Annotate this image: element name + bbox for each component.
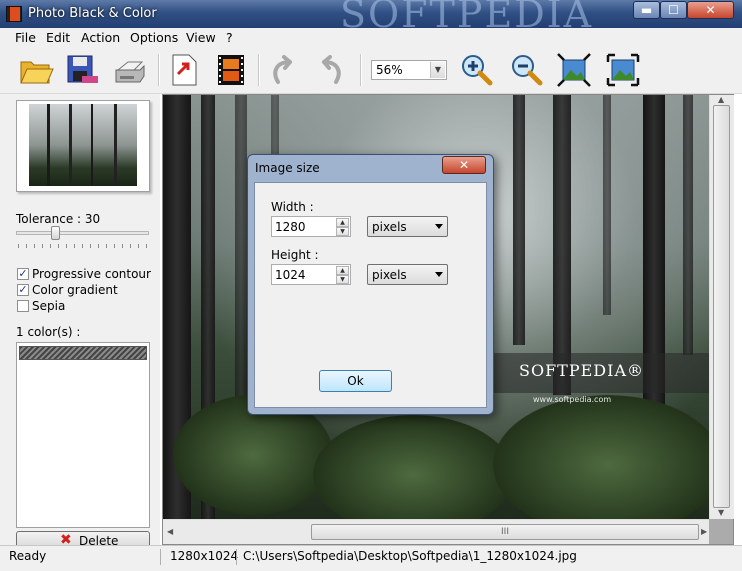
status-divider [236,549,237,565]
scroll-left-icon[interactable]: ◀ [167,527,173,536]
vertical-scrollbar[interactable]: ▲ ▼ [709,95,734,519]
horizontal-scroll-thumb[interactable]: III [311,524,699,540]
print-icon[interactable] [112,52,148,88]
height-spin-down[interactable]: ▼ [336,275,349,284]
status-file-path: C:\Users\Softpedia\Desktop\Softpedia\1_1… [243,549,577,563]
width-spin-up[interactable]: ▲ [336,218,349,227]
height-value: 1024 [275,268,306,282]
status-divider [160,549,161,565]
height-unit-value: pixels [372,268,407,282]
menu-edit[interactable]: Edit [46,30,70,45]
menu-action[interactable]: Action [81,30,120,45]
height-spin-up[interactable]: ▲ [336,266,349,275]
fern-bush [493,395,709,519]
thumbnail-preview[interactable] [29,104,137,186]
chevron-down-icon [435,272,443,277]
minimize-button[interactable]: ▬ [633,1,660,19]
colors-count-label: 1 color(s) : [16,325,81,339]
horizontal-scrollbar[interactable]: ◀ III ▶ [163,519,709,544]
app-film-icon [6,6,22,22]
export-icon[interactable] [166,52,202,88]
save-icon[interactable] [64,52,100,88]
chevron-down-icon[interactable]: ▼ [430,62,445,78]
menu-file[interactable]: File [15,30,36,45]
sepia-checkbox[interactable] [17,300,29,312]
maximize-button[interactable]: ☐ [660,1,687,19]
undo-icon[interactable] [266,52,302,88]
width-input[interactable]: 1280 ▲ ▼ [271,216,351,237]
fit-image-icon[interactable] [556,52,592,88]
tree-trunk [683,95,693,355]
tolerance-slider-track[interactable] [16,231,149,235]
tolerance-slider-ticks [18,244,148,248]
left-panel: Tolerance : 30 ✓ Progressive contour ✓ C… [0,94,160,549]
color-gradient-checkbox[interactable]: ✓ [17,284,29,296]
toolbar-separator [258,54,260,86]
vertical-scroll-thumb[interactable] [713,105,730,508]
softpedia-url: www.softpedia.com [533,395,612,404]
progressive-contour-label: Progressive contour [32,267,151,281]
zoom-value: 56% [376,63,403,77]
menu-view[interactable]: View [186,30,216,45]
softpedia-logo-text: SOFTPEDIA® [519,361,644,380]
actual-size-icon[interactable] [605,52,641,88]
scroll-down-icon[interactable]: ▼ [718,508,724,517]
dialog-title: Image size [255,161,320,175]
height-label: Height : [271,248,319,262]
title-bar: Photo Black & Color SOFTPEDIA ▬ ☐ ✕ [0,0,742,36]
height-unit-select[interactable]: pixels [367,264,448,285]
tolerance-slider-thumb[interactable] [51,226,60,240]
chevron-down-icon [435,224,443,229]
thumbnail-frame [16,100,150,192]
toolbar-separator [360,54,362,86]
close-button[interactable]: ✕ [687,1,734,19]
zoom-in-icon[interactable] [458,52,494,88]
toolbar: 56% ▼ [0,48,742,94]
color-gradient-label: Color gradient [32,283,118,297]
open-folder-icon[interactable] [18,52,54,88]
scroll-right-icon[interactable]: ▶ [701,527,707,536]
softpedia-logo: SOFTPEDIA® [493,353,709,393]
progressive-contour-checkbox[interactable]: ✓ [17,268,29,280]
zoom-out-icon[interactable] [508,52,544,88]
width-value: 1280 [275,220,306,234]
toolbar-separator [158,54,160,86]
tolerance-label: Tolerance : 30 [16,212,101,226]
menu-options[interactable]: Options [130,30,178,45]
fern-bush [313,415,513,519]
scroll-up-icon[interactable]: ▲ [718,95,724,104]
width-spin-down[interactable]: ▼ [336,227,349,236]
height-input[interactable]: 1024 ▲ ▼ [271,264,351,285]
ok-button[interactable]: Ok [319,370,392,392]
color-list[interactable] [16,342,150,528]
film-icon[interactable] [213,52,249,88]
width-label: Width : [271,200,314,214]
tree-trunk [513,95,525,345]
tree-trunk [603,95,611,315]
sepia-label: Sepia [32,299,66,313]
dialog-body: Width : 1280 ▲ ▼ pixels Height : 1024 ▲ … [254,182,487,408]
width-unit-select[interactable]: pixels [367,216,448,237]
image-size-dialog: Image size ✕ Width : 1280 ▲ ▼ pixels Hei… [247,154,494,415]
width-unit-value: pixels [372,220,407,234]
window-title: Photo Black & Color [28,6,157,21]
status-dimensions: 1280x1024 [170,549,239,563]
dialog-close-button[interactable]: ✕ [442,156,486,174]
menu-help[interactable]: ? [226,30,233,45]
redo-icon[interactable] [312,52,348,88]
list-item[interactable] [19,346,147,360]
status-bar: Ready 1280x1024 C:\Users\Softpedia\Deskt… [0,545,742,571]
menu-bar: File Edit Action Options View ? [0,28,742,48]
zoom-select[interactable]: 56% ▼ [371,60,447,80]
status-text: Ready [9,549,47,563]
tree-trunk [553,95,571,395]
